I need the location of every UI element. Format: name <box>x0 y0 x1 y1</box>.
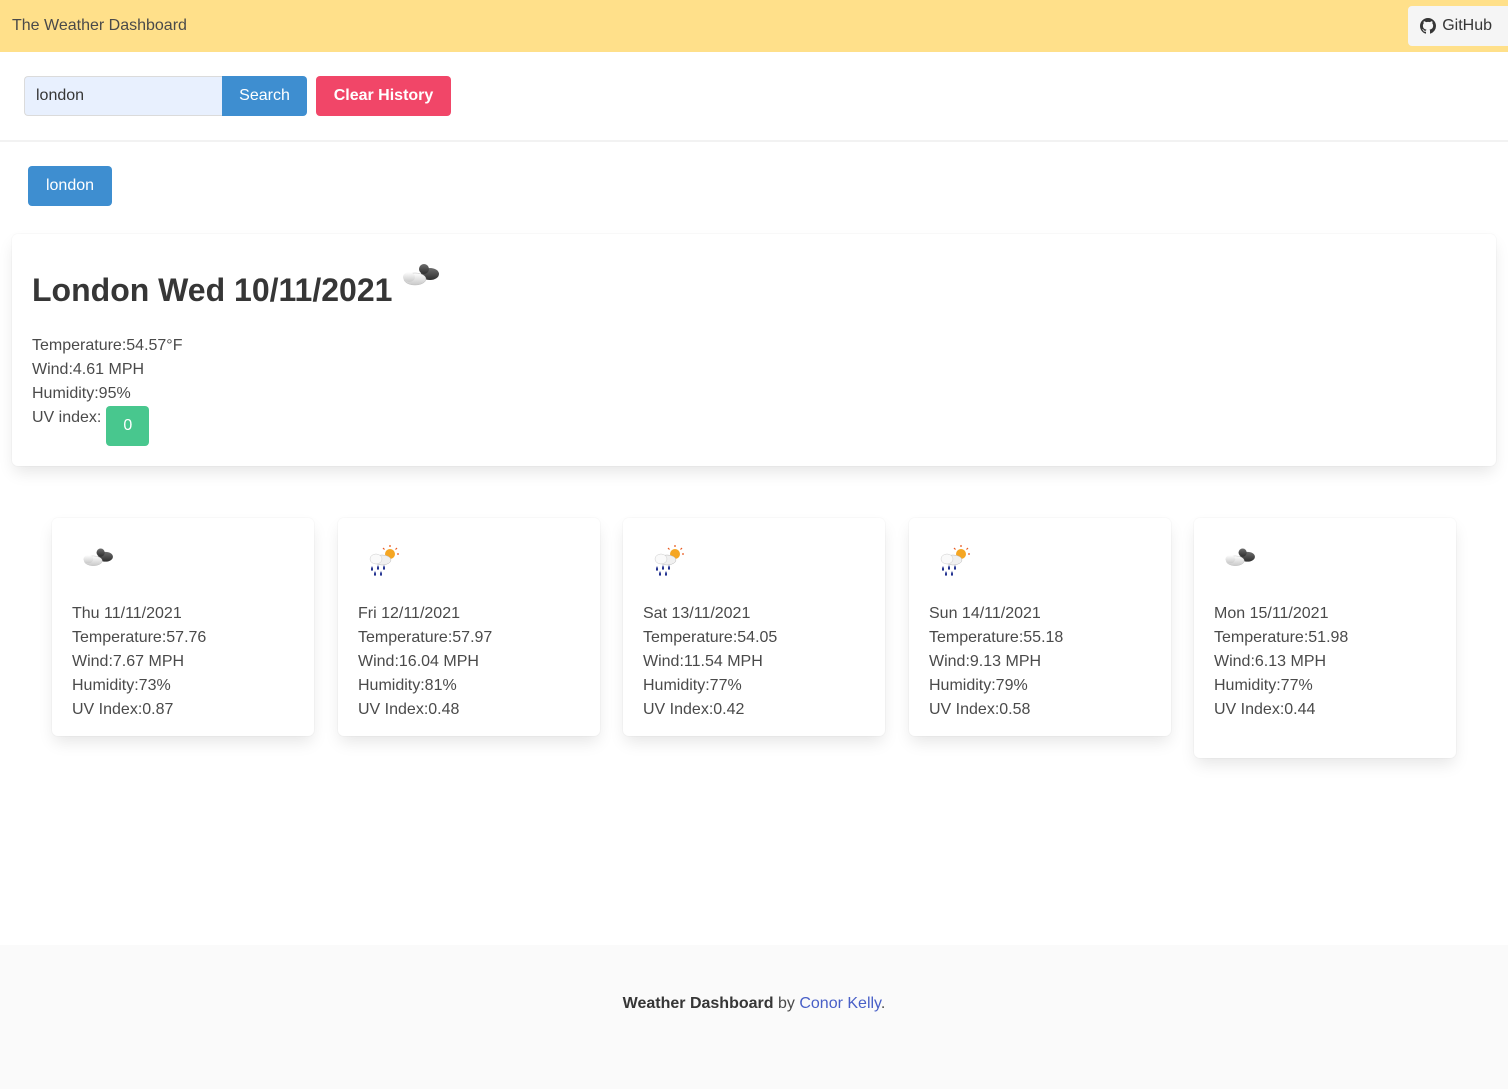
history-button-london[interactable]: london <box>28 166 112 206</box>
search-form: Search Clear History <box>24 76 451 116</box>
forecast-uv: UV Index:0.44 <box>1214 701 1316 718</box>
forecast-date: Sat 13/11/2021 <box>643 605 751 622</box>
navbar-brand[interactable]: The Weather Dashboard <box>0 17 187 35</box>
github-icon <box>1420 18 1437 34</box>
current-stats: Temperature:54.57°F Wind:4.61 MPH Humidi… <box>32 334 182 446</box>
forecast-uv: UV Index:0.87 <box>72 701 174 718</box>
forecast-uv: UV Index:0.58 <box>929 701 1031 718</box>
current-wind: Wind:4.61 MPH <box>32 361 145 378</box>
rain-sun-icon <box>645 542 865 606</box>
forecast-card: Sun 14/11/2021 Temperature:55.18 Wind:9.… <box>909 518 1171 736</box>
forecast-card: Mon 15/11/2021 Temperature:51.98 Wind:6.… <box>1194 518 1456 758</box>
footer-period: . <box>880 995 886 1012</box>
uv-label: UV index: <box>32 409 102 426</box>
forecast-wind: Wind:16.04 MPH <box>358 653 479 670</box>
forecast-temperature: Temperature:54.05 <box>643 629 778 646</box>
search-input[interactable] <box>24 76 222 116</box>
forecast-wind: Wind:7.67 MPH <box>72 653 185 670</box>
rain-sun-icon <box>931 542 1151 606</box>
navbar: The Weather Dashboard GitHub <box>0 0 1508 52</box>
forecast-date: Fri 12/11/2021 <box>358 605 460 622</box>
forecast-uv: UV Index:0.48 <box>358 701 460 718</box>
github-label: GitHub <box>1442 17 1492 34</box>
forecast-humidity: Humidity:73% <box>72 677 171 694</box>
footer-by: by <box>777 995 795 1012</box>
uv-badge: 0 <box>106 406 150 446</box>
current-temperature: Temperature:54.57°F <box>32 337 183 354</box>
footer: Weather Dashboard by Conor Kelly. <box>0 945 1508 1089</box>
forecast-uv: UV Index:0.42 <box>643 701 745 718</box>
forecast-date: Sun 14/11/2021 <box>929 605 1041 622</box>
cloudy-icon <box>74 542 294 606</box>
forecast-temperature: Temperature:55.18 <box>929 629 1064 646</box>
clear-history-button[interactable]: Clear History <box>316 76 451 116</box>
footer-author-link[interactable]: Conor Kelly <box>799 995 881 1012</box>
current-city-date: London Wed 10/11/2021 <box>32 272 393 308</box>
forecast-humidity: Humidity:77% <box>1214 677 1313 694</box>
forecast-humidity: Humidity:81% <box>358 677 457 694</box>
forecast-wind: Wind:9.13 MPH <box>929 653 1042 670</box>
forecast-card: Sat 13/11/2021 Temperature:54.05 Wind:11… <box>623 518 885 736</box>
cloudy-icon <box>392 256 452 305</box>
footer-app-name: Weather Dashboard <box>622 995 774 1012</box>
rain-sun-icon <box>360 542 580 606</box>
search-button[interactable]: Search <box>222 76 307 116</box>
forecast-temperature: Temperature:57.97 <box>358 629 493 646</box>
forecast-wind: Wind:6.13 MPH <box>1214 653 1327 670</box>
forecast-temperature: Temperature:51.98 <box>1214 629 1349 646</box>
current-uv-row: UV index: 0 <box>32 406 182 446</box>
forecast-humidity: Humidity:79% <box>929 677 1028 694</box>
forecast-humidity: Humidity:77% <box>643 677 742 694</box>
footer-text: Weather Dashboard by Conor Kelly. <box>0 995 1508 1013</box>
current-weather-card: London Wed 10/11/2021 Temperature:54.57°… <box>12 234 1496 466</box>
github-button[interactable]: GitHub <box>1408 6 1508 46</box>
forecast-wind: Wind:11.54 MPH <box>643 653 763 670</box>
forecast-date: Thu 11/11/2021 <box>72 605 182 622</box>
forecast-card: Fri 12/11/2021 Temperature:57.97 Wind:16… <box>338 518 600 736</box>
divider <box>0 140 1508 142</box>
forecast-temperature: Temperature:57.76 <box>72 629 207 646</box>
forecast-card: Thu 11/11/2021 Temperature:57.76 Wind:7.… <box>52 518 314 736</box>
forecast-date: Mon 15/11/2021 <box>1214 605 1329 622</box>
cloudy-icon <box>1216 542 1436 606</box>
current-humidity: Humidity:95% <box>32 385 131 402</box>
